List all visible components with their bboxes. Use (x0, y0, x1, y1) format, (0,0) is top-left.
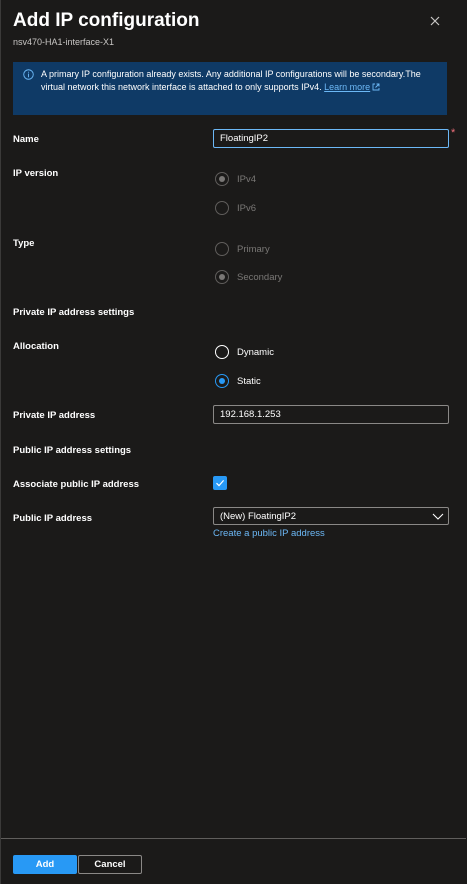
close-button[interactable] (425, 11, 445, 31)
name-label: Name (13, 134, 39, 145)
add-button[interactable]: Add (13, 855, 77, 874)
radio-static-label: Static (237, 375, 261, 387)
allocation-label: Allocation (13, 341, 59, 352)
radio-circle (215, 172, 229, 186)
public-ip-section-title: Public IP address settings (13, 445, 132, 456)
private-ip-input[interactable] (213, 405, 449, 424)
name-input[interactable] (213, 129, 449, 148)
radio-circle (215, 270, 229, 284)
panel-subtitle: nsv470-HA1-interface-X1 (13, 37, 115, 47)
radio-ipv4[interactable]: IPv4 (215, 172, 256, 186)
radio-circle (215, 374, 229, 388)
info-icon (23, 69, 34, 80)
learn-more-label: Learn more (324, 82, 371, 92)
radio-circle (215, 242, 229, 256)
radio-ipv4-label: IPv4 (237, 173, 257, 185)
type-label: Type (13, 238, 35, 249)
panel-title: Add IP configuration (13, 10, 200, 31)
public-ip-dropdown[interactable]: (New) FloatingIP2 (213, 507, 449, 525)
chevron-down-icon (432, 513, 444, 520)
info-message-bar: A primary IP configuration already exist… (13, 62, 447, 115)
private-ip-section-title: Private IP address settings (13, 307, 135, 318)
cancel-button[interactable]: Cancel (78, 855, 142, 874)
learn-more-link[interactable]: Learn more (324, 82, 380, 92)
radio-static[interactable]: Static (215, 374, 261, 388)
radio-secondary-label: Secondary (237, 271, 283, 283)
footer-divider (1, 838, 466, 839)
public-ip-label: Public IP address (13, 513, 93, 524)
public-ip-selected: (New) FloatingIP2 (220, 511, 297, 522)
external-link-icon (372, 83, 380, 91)
required-marker: * (451, 127, 456, 139)
radio-primary[interactable]: Primary (215, 242, 270, 256)
close-icon (430, 16, 440, 26)
radio-primary-label: Primary (237, 243, 270, 255)
radio-secondary[interactable]: Secondary (215, 270, 282, 284)
checkmark-icon (216, 480, 225, 487)
radio-ipv6[interactable]: IPv6 (215, 201, 256, 215)
associate-public-ip-checkbox[interactable] (213, 476, 227, 490)
associate-public-ip-label: Associate public IP address (13, 479, 140, 490)
ip-version-label: IP version (13, 168, 59, 179)
create-public-ip-link[interactable]: Create a public IP address (213, 528, 325, 539)
add-ip-configuration-panel: Add IP configuration nsv470-HA1-interfac… (0, 0, 467, 884)
radio-ipv6-label: IPv6 (237, 202, 257, 214)
radio-dynamic-label: Dynamic (237, 346, 274, 358)
radio-circle (215, 345, 229, 359)
radio-dynamic[interactable]: Dynamic (215, 345, 274, 359)
private-ip-label: Private IP address (13, 410, 96, 421)
radio-circle (215, 201, 229, 215)
